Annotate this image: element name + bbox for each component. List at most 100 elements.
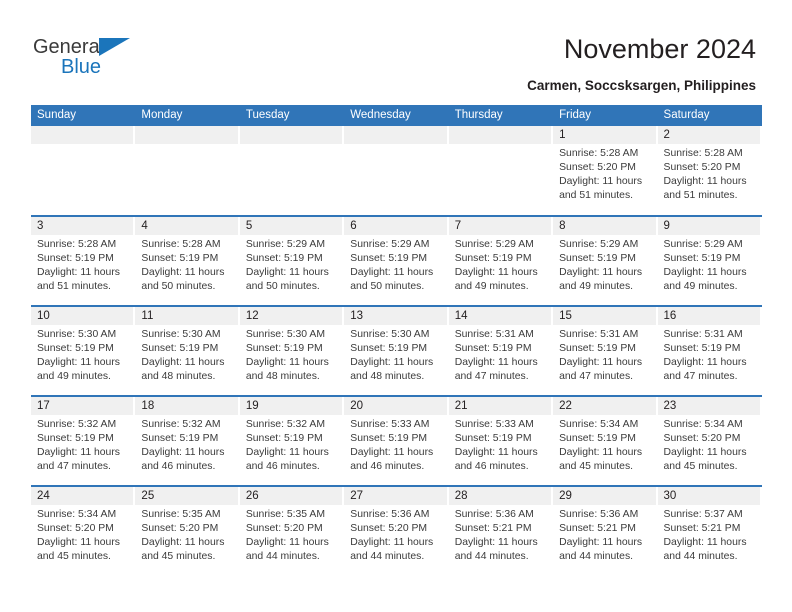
calendar-table: Sunday Monday Tuesday Wednesday Thursday…: [31, 105, 762, 576]
day-sun-info: Sunrise: 5:36 AM Sunset: 5:21 PM Daylight:…: [449, 505, 553, 564]
sunrise-text: Sunrise: 5:30 AM: [37, 329, 117, 340]
day-sun-info: Sunrise: 5:30 AM Sunset: 5:19 PM Daylight:…: [240, 325, 344, 384]
daylight-text-line1: Daylight: 11 hours: [350, 447, 434, 459]
page-header: General Blue November 2024 Carmen, Soccs…: [0, 0, 792, 100]
day-number: 20: [344, 397, 447, 415]
day-number: [344, 126, 447, 144]
day-cell-content: 1 Sunrise: 5:28 AM Sunset: 5:20 PM Daylight…: [553, 126, 657, 214]
calendar-day-cell[interactable]: 16 Sunrise: 5:31 AM Sunset: 5:19 PM Dayligh…: [657, 305, 762, 396]
daylight-text-line1: Daylight: 11 hours: [454, 537, 538, 549]
daylight-text-line2: and 46 minutes.: [454, 461, 529, 473]
calendar-week-row: 10 Sunrise: 5:30 AM Sunset: 5:19 PM Dayligh…: [31, 305, 762, 396]
day-cell-content: 28 Sunrise: 5:36 AM Sunset: 5:21 PM Dayligh…: [448, 487, 553, 575]
sunrise-text: Sunrise: 5:29 AM: [663, 239, 743, 250]
daylight-text-line1: Daylight: 11 hours: [37, 357, 120, 369]
daylight-text-line1: Daylight: 11 hours: [559, 447, 643, 459]
calendar-day-cell[interactable]: 30 Sunrise: 5:37 AM Sunset: 5:21 PM Dayligh…: [657, 485, 762, 576]
generalblue-logo[interactable]: General Blue: [33, 36, 173, 86]
day-number: 27: [344, 487, 447, 505]
calendar-day-cell[interactable]: 25 Sunrise: 5:35 AM Sunset: 5:20 PM Dayligh…: [135, 485, 240, 576]
sunset-text: Sunset: 5:19 PM: [245, 253, 323, 265]
calendar-day-cell[interactable]: 6 Sunrise: 5:29 AM Sunset: 5:19 PM Daylight…: [344, 215, 449, 306]
calendar-day-cell[interactable]: 2 Sunrise: 5:28 AM Sunset: 5:20 PM Daylight…: [657, 126, 762, 216]
calendar-day-cell[interactable]: 29 Sunrise: 5:36 AM Sunset: 5:21 PM Dayligh…: [553, 485, 658, 576]
day-sun-info: Sunrise: 5:29 AM Sunset: 5:19 PM Daylight:…: [553, 235, 657, 294]
daylight-text-line1: Daylight: 11 hours: [454, 357, 538, 369]
sunrise-text: Sunrise: 5:28 AM: [663, 148, 743, 159]
day-number: 7: [448, 217, 552, 235]
day-cell-content: 4 Sunrise: 5:28 AM Sunset: 5:19 PM Daylight…: [135, 217, 239, 305]
daylight-text-line2: and 45 minutes.: [141, 551, 216, 563]
sunrise-text: Sunrise: 5:36 AM: [559, 509, 639, 520]
weekday-header-saturday: Saturday: [657, 105, 762, 126]
day-number: [135, 126, 238, 144]
calendar-day-cell[interactable]: 13 Sunrise: 5:30 AM Sunset: 5:19 PM Dayligh…: [344, 305, 449, 396]
calendar-day-cell[interactable]: 10 Sunrise: 5:30 AM Sunset: 5:19 PM Dayligh…: [31, 305, 136, 396]
calendar-day-cell[interactable]: 1 Sunrise: 5:28 AM Sunset: 5:20 PM Daylight…: [553, 126, 657, 216]
day-sun-info: Sunrise: 5:29 AM Sunset: 5:19 PM Daylight:…: [658, 235, 762, 294]
day-number: 30: [657, 487, 760, 505]
sunrise-text: Sunrise: 5:32 AM: [245, 419, 325, 430]
day-cell-content: 19 Sunrise: 5:32 AM Sunset: 5:19 PM Dayligh…: [239, 397, 344, 485]
calendar-day-cell[interactable]: 28 Sunrise: 5:36 AM Sunset: 5:21 PM Dayligh…: [448, 485, 554, 576]
day-cell-content: 22 Sunrise: 5:34 AM Sunset: 5:19 PM Dayligh…: [553, 397, 657, 485]
day-sun-info: Sunrise: 5:30 AM Sunset: 5:19 PM Daylight:…: [135, 325, 239, 384]
calendar-day-cell[interactable]: 3 Sunrise: 5:28 AM Sunset: 5:19 PM Daylight…: [31, 215, 136, 306]
weekday-header-monday: Monday: [135, 105, 240, 126]
day-number: 4: [135, 217, 238, 235]
day-number: 5: [239, 217, 343, 235]
calendar-day-cell[interactable]: 12 Sunrise: 5:30 AM Sunset: 5:19 PM Dayligh…: [239, 305, 345, 396]
calendar-day-cell[interactable]: 8 Sunrise: 5:29 AM Sunset: 5:19 PM Daylight…: [553, 215, 658, 306]
calendar-day-cell[interactable]: 27 Sunrise: 5:36 AM Sunset: 5:20 PM Dayligh…: [344, 485, 449, 576]
daylight-text-line2: and 45 minutes.: [663, 461, 738, 473]
daylight-text-line1: Daylight: 11 hours: [454, 267, 538, 279]
daylight-text-line2: and 48 minutes.: [245, 371, 320, 383]
sunset-text: Sunset: 5:20 PM: [559, 162, 636, 174]
calendar-day-cell[interactable]: 4 Sunrise: 5:28 AM Sunset: 5:19 PM Daylight…: [135, 215, 240, 306]
calendar-day-cell[interactable]: 11 Sunrise: 5:30 AM Sunset: 5:19 PM Dayligh…: [135, 305, 240, 396]
calendar-day-cell[interactable]: 24 Sunrise: 5:34 AM Sunset: 5:20 PM Dayligh…: [31, 485, 136, 576]
daylight-text-line2: and 45 minutes.: [37, 551, 111, 563]
weekday-header-row: Sunday Monday Tuesday Wednesday Thursday…: [31, 105, 762, 126]
calendar-body: 1 Sunrise: 5:28 AM Sunset: 5:20 PM Daylight…: [31, 126, 762, 576]
calendar-day-cell[interactable]: 22 Sunrise: 5:34 AM Sunset: 5:19 PM Dayligh…: [553, 395, 658, 486]
daylight-text-line1: Daylight: 11 hours: [141, 447, 225, 459]
calendar-day-cell[interactable]: 9 Sunrise: 5:29 AM Sunset: 5:19 PM Daylight…: [657, 215, 762, 306]
sunrise-text: Sunrise: 5:33 AM: [454, 419, 534, 430]
sunrise-text: Sunrise: 5:33 AM: [350, 419, 430, 430]
day-cell-content: 16 Sunrise: 5:31 AM Sunset: 5:19 PM Dayligh…: [657, 307, 762, 395]
daylight-text-line2: and 50 minutes.: [141, 281, 216, 293]
day-cell-content: 14 Sunrise: 5:31 AM Sunset: 5:19 PM Dayligh…: [448, 307, 553, 395]
calendar-day-cell[interactable]: 23 Sunrise: 5:34 AM Sunset: 5:20 PM Dayligh…: [657, 395, 762, 486]
day-number: 25: [135, 487, 238, 505]
day-number: 15: [553, 307, 656, 325]
weekday-header-wednesday: Wednesday: [344, 105, 449, 126]
day-sun-info: Sunrise: 5:34 AM Sunset: 5:20 PM Daylight:…: [658, 415, 762, 474]
calendar-day-cell[interactable]: 18 Sunrise: 5:32 AM Sunset: 5:19 PM Dayligh…: [135, 395, 240, 486]
calendar-day-cell[interactable]: 17 Sunrise: 5:32 AM Sunset: 5:19 PM Dayligh…: [31, 395, 136, 486]
calendar-day-cell[interactable]: 15 Sunrise: 5:31 AM Sunset: 5:19 PM Dayligh…: [553, 305, 658, 396]
day-number: [239, 126, 343, 144]
day-sun-info: Sunrise: 5:30 AM Sunset: 5:19 PM Daylight:…: [344, 325, 448, 384]
calendar-day-cell[interactable]: 21 Sunrise: 5:33 AM Sunset: 5:19 PM Dayligh…: [448, 395, 554, 486]
day-number: 21: [448, 397, 552, 415]
day-number: 2: [657, 126, 760, 144]
day-cell-content: 5 Sunrise: 5:29 AM Sunset: 5:19 PM Daylight…: [239, 217, 344, 305]
sunset-text: Sunset: 5:20 PM: [37, 523, 114, 535]
daylight-text-line2: and 47 minutes.: [559, 371, 634, 383]
calendar-day-cell[interactable]: 19 Sunrise: 5:32 AM Sunset: 5:19 PM Dayligh…: [239, 395, 345, 486]
calendar-day-cell[interactable]: 5 Sunrise: 5:29 AM Sunset: 5:19 PM Daylight…: [239, 215, 345, 306]
day-cell-content: 3 Sunrise: 5:28 AM Sunset: 5:19 PM Daylight…: [31, 217, 135, 305]
calendar-day-cell-empty: [31, 126, 135, 216]
calendar-day-cell[interactable]: 14 Sunrise: 5:31 AM Sunset: 5:19 PM Dayligh…: [448, 305, 554, 396]
sunset-text: Sunset: 5:19 PM: [37, 343, 114, 355]
sunrise-text: Sunrise: 5:29 AM: [559, 239, 639, 250]
calendar-day-cell[interactable]: 26 Sunrise: 5:35 AM Sunset: 5:20 PM Dayligh…: [239, 485, 345, 576]
calendar-day-cell[interactable]: 7 Sunrise: 5:29 AM Sunset: 5:19 PM Daylight…: [448, 215, 554, 306]
day-sun-info: Sunrise: 5:31 AM Sunset: 5:19 PM Daylight:…: [658, 325, 762, 384]
day-sun-info: Sunrise: 5:29 AM Sunset: 5:19 PM Daylight:…: [344, 235, 448, 294]
calendar-day-cell[interactable]: 20 Sunrise: 5:33 AM Sunset: 5:19 PM Dayligh…: [344, 395, 449, 486]
sunset-text: Sunset: 5:19 PM: [245, 343, 323, 355]
day-number: 3: [31, 217, 134, 235]
sunrise-text: Sunrise: 5:35 AM: [141, 509, 221, 520]
